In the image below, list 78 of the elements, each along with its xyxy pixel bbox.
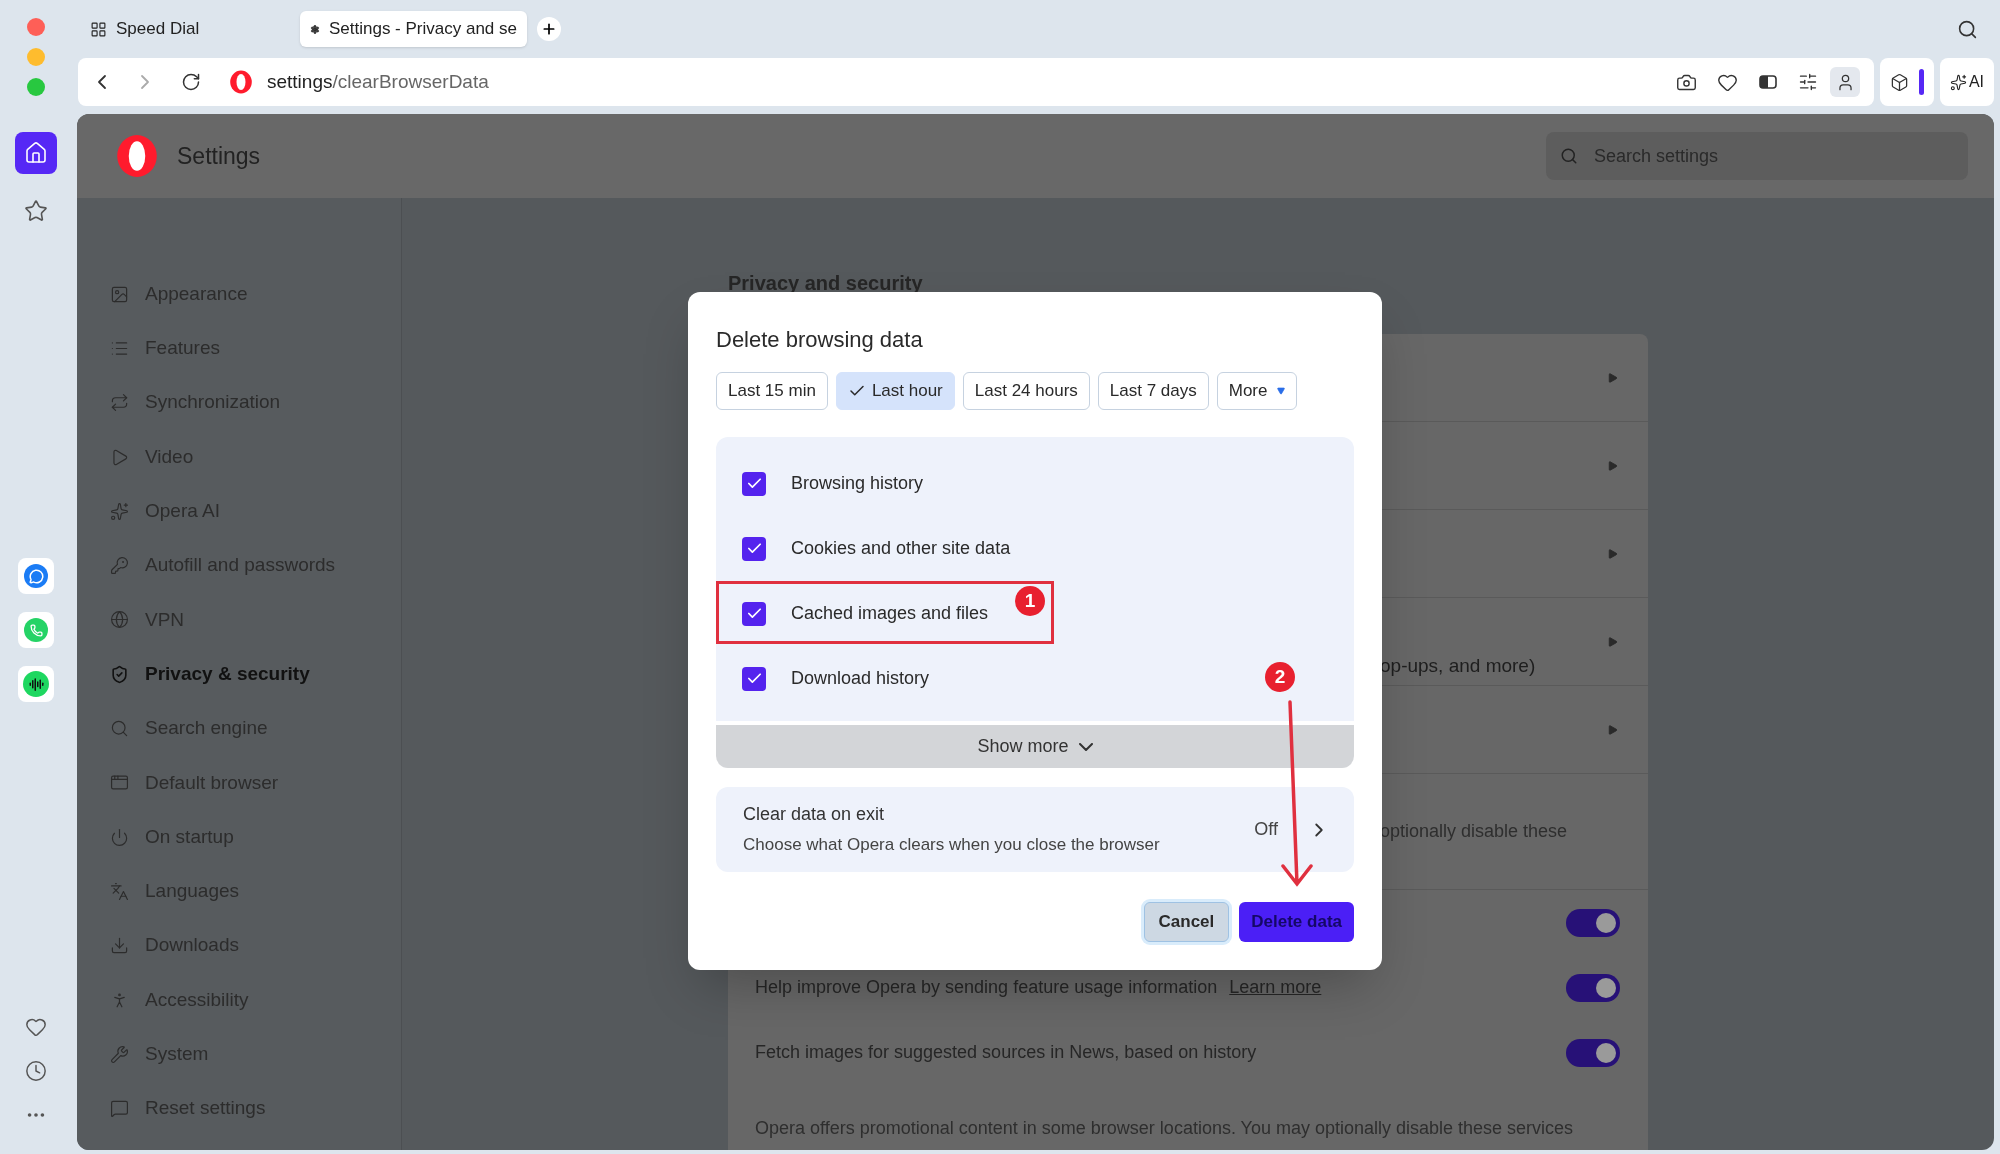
search-icon (110, 719, 129, 738)
show-more-button[interactable]: Show more (716, 725, 1354, 768)
sparkle-icon (1949, 73, 1967, 91)
browser-logo (229, 70, 253, 94)
wrench-icon (110, 1044, 129, 1064)
cube-icon (1890, 72, 1909, 92)
sliders-icon[interactable] (1798, 72, 1818, 92)
toggle-switch[interactable] (1566, 1038, 1620, 1067)
cancel-button[interactable]: Cancel (1143, 902, 1230, 942)
setting-label: Fetch images for suggested sources in News, based on history (755, 1041, 1257, 1064)
checkbox[interactable] (742, 536, 766, 561)
nav-item[interactable]: Privacy & security (110, 647, 401, 702)
checkbox-label: Cached images and files (791, 602, 989, 625)
ai-button[interactable]: AI (1940, 58, 1994, 106)
power-icon (110, 827, 129, 847)
section-note: optionally disable these (1380, 821, 1568, 841)
setting-label: Help improve Opera by sending feature usage information (755, 976, 1218, 999)
caret-right-icon[interactable] (1608, 636, 1618, 647)
languages-icon (110, 881, 129, 901)
grid-icon (90, 20, 107, 38)
time-range-chip[interactable]: Last hour (835, 372, 955, 410)
setting-description: Choose what Opera clears when you close the browser (743, 834, 1160, 857)
key-icon (110, 556, 129, 576)
checkbox[interactable] (742, 471, 766, 496)
toggle-switch[interactable] (1566, 973, 1620, 1002)
url-text: settings/clearBrowserData (267, 69, 489, 94)
profile-button[interactable] (1830, 67, 1860, 97)
row-description: op-ups, and more) (1380, 654, 1536, 678)
learn-more-link[interactable]: Learn more (1229, 974, 1322, 1001)
heart-icon[interactable] (25, 1016, 47, 1038)
browser-tab[interactable]: Settings - Privacy and se (300, 11, 527, 47)
caret-right-icon[interactable] (1608, 460, 1618, 471)
sparkle-icon (110, 501, 129, 521)
picture-icon (110, 284, 129, 304)
more-dropdown[interactable]: More (1216, 372, 1298, 410)
delete-data-button[interactable]: Delete data (1239, 902, 1354, 942)
toggle-switch[interactable] (1566, 908, 1620, 937)
music-icon[interactable] (18, 666, 54, 702)
speech-bubble-icon (110, 1099, 129, 1119)
checkbox-label: Download history (791, 667, 930, 690)
address-bar[interactable]: settings/clearBrowserData (78, 58, 1874, 106)
search-icon[interactable] (1957, 18, 1978, 40)
caret-right-icon[interactable] (1608, 724, 1618, 735)
home-button[interactable] (15, 132, 57, 174)
checkbox[interactable] (742, 601, 766, 626)
dialog-title: Delete browsing data (716, 326, 924, 354)
play-icon (110, 447, 129, 467)
page-title: Settings (177, 141, 261, 171)
globe-icon (110, 610, 129, 630)
section-note: Opera offers promotional content in some browser locations. You may optionally disable these services (755, 1118, 1574, 1138)
checkbox-label: Browsing history (791, 472, 924, 495)
swap-arrows-icon (110, 393, 129, 413)
time-range-chip[interactable]: Last 7 days (1097, 372, 1209, 410)
checkbox[interactable] (742, 666, 766, 691)
search-icon (1560, 147, 1578, 165)
home-icon (24, 141, 48, 165)
shield-icon (110, 664, 129, 684)
time-range-chip[interactable]: Last 24 hours (962, 372, 1090, 410)
clear-on-exit-row[interactable]: Clear data on exit Choose what Opera clears when you close the browser Off (716, 787, 1354, 872)
download-icon (110, 936, 129, 956)
opera-logo (115, 134, 159, 178)
browser-tab[interactable]: Speed Dial (80, 11, 300, 47)
time-range-chip[interactable]: Last 15 min (716, 372, 828, 410)
new-tab-button[interactable] (537, 17, 561, 41)
reload-icon[interactable] (181, 72, 201, 92)
checkbox-label: Cookies and other site data (791, 537, 1011, 560)
caret-right-icon[interactable] (1608, 548, 1618, 559)
setting-title: Clear data on exit (743, 803, 886, 827)
star-icon (24, 199, 48, 223)
contrast-icon[interactable] (1758, 72, 1778, 92)
clock-icon[interactable] (25, 1060, 47, 1082)
chevron-down-icon (1078, 742, 1093, 751)
setting-value: Off (1254, 818, 1278, 841)
caret-right-icon[interactable] (1608, 372, 1618, 383)
plus-icon (541, 21, 557, 37)
messenger-chat-icon[interactable] (18, 558, 54, 594)
extensions-button[interactable] (1880, 58, 1934, 106)
caret-down-icon (1277, 387, 1286, 395)
